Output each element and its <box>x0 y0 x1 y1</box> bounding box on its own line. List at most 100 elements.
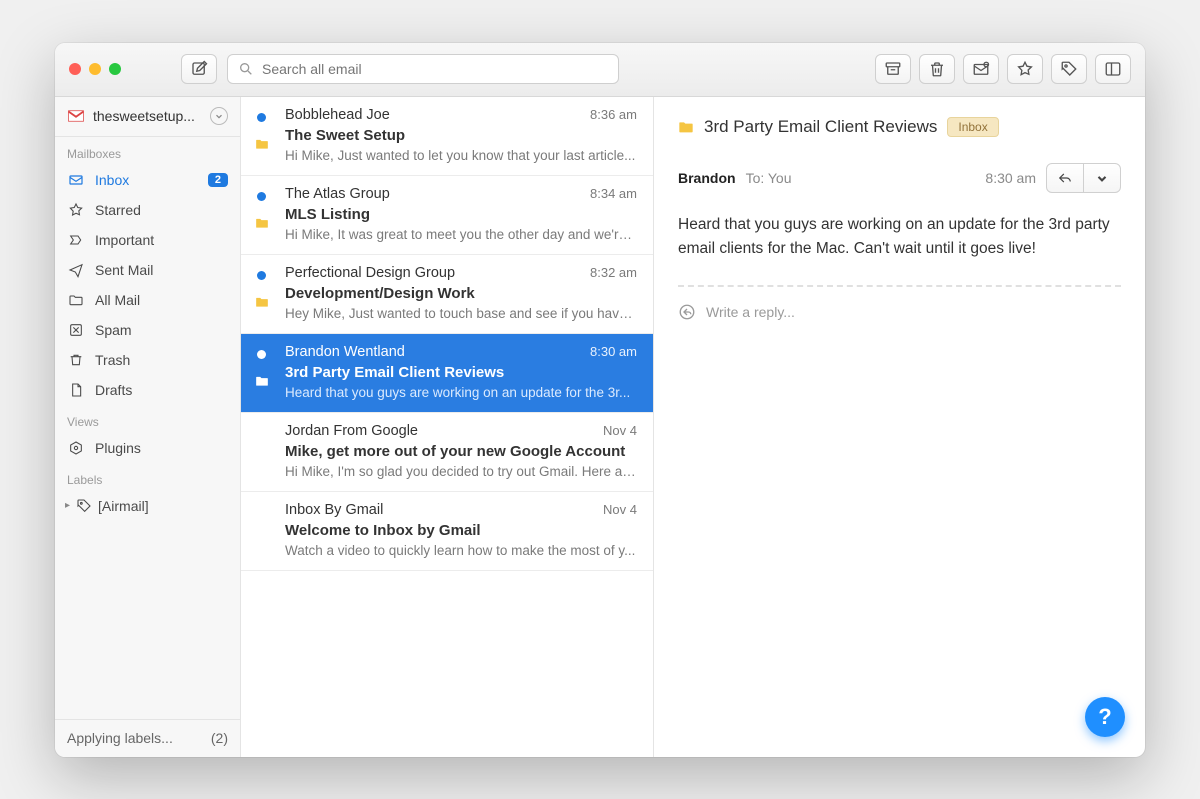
account-name: thesweetsetup... <box>93 108 202 124</box>
delete-button[interactable] <box>919 54 955 84</box>
draft-icon <box>67 382 85 398</box>
message-subject: Mike, get more out of your new Google Ac… <box>285 443 637 460</box>
message-sender: Bobblehead Joe <box>285 107 390 123</box>
message-snippet: Hi Mike, It was great to meet you the ot… <box>285 227 637 242</box>
inbox-badge: 2 <box>208 173 228 187</box>
message-row[interactable]: Bobblehead Joe8:36 amThe Sweet SetupHi M… <box>241 97 653 176</box>
compose-icon <box>190 60 208 78</box>
reply-icon <box>678 303 696 321</box>
sidebar-item-starred[interactable]: Starred <box>55 195 240 225</box>
sidebar-item-label: Starred <box>95 202 228 218</box>
to-label: To: You <box>746 170 792 186</box>
message-sender: Brandon Wentland <box>285 344 405 360</box>
toolbar <box>55 43 1145 97</box>
layout-toggle-button[interactable] <box>1095 54 1131 84</box>
message-time: Nov 4 <box>603 502 637 517</box>
status-count: (2) <box>211 730 228 746</box>
message-row[interactable]: Perfectional Design Group 8:32 am Developm… <box>241 255 653 334</box>
message-sender: Inbox By Gmail <box>285 502 383 518</box>
sidebar-item-label: All Mail <box>95 292 228 308</box>
message-row[interactable]: The Atlas Group8:34 amMLS ListingHi Mike… <box>241 176 653 255</box>
gmail-icon <box>67 109 85 123</box>
sidebar-item-label: Sent Mail <box>95 262 228 278</box>
compose-button[interactable] <box>181 54 217 84</box>
sidebar-footer: Applying labels... (2) <box>55 719 240 757</box>
label-name: [Airmail] <box>98 498 149 514</box>
reader-header: 3rd Party Email Client Reviews Inbox <box>678 117 1121 137</box>
help-button[interactable]: ? <box>1085 697 1125 737</box>
archive-button[interactable] <box>875 54 911 84</box>
maximize-window-button[interactable] <box>109 63 121 75</box>
window-controls <box>69 63 121 75</box>
unread-dot-icon <box>257 113 266 122</box>
message-snippet: Watch a video to quickly learn how to ma… <box>285 543 637 558</box>
tag-icon <box>1060 60 1078 78</box>
message-subject: Development/Design Work <box>285 285 637 302</box>
unread-dot-icon <box>257 350 266 359</box>
minimize-window-button[interactable] <box>89 63 101 75</box>
layout-icon <box>1104 60 1122 78</box>
search-icon <box>238 61 254 77</box>
reader-title: 3rd Party Email Client Reviews <box>704 117 937 137</box>
message-time: 8:30 am <box>590 344 637 359</box>
message-time: 8:30 am <box>985 170 1036 186</box>
unread-dot-icon <box>257 192 266 201</box>
sidebar-item-plugins[interactable]: Plugins <box>55 433 240 463</box>
section-labels: Labels <box>55 463 240 491</box>
sidebar-item-label: Drafts <box>95 382 228 398</box>
message-time: Nov 4 <box>603 423 637 438</box>
message-list[interactable]: Bobblehead Joe8:36 amThe Sweet SetupHi M… <box>241 97 654 757</box>
message-sender: Perfectional Design Group <box>285 265 455 281</box>
message-meta: Brandon To: You 8:30 am <box>678 163 1121 193</box>
account-selector[interactable]: thesweetsetup... <box>55 97 240 137</box>
mark-read-button[interactable] <box>963 54 999 84</box>
search-field[interactable] <box>227 54 619 84</box>
disclosure-icon: ▸ <box>65 500 70 511</box>
spam-icon <box>67 322 85 338</box>
chevron-down-icon <box>210 107 228 125</box>
message-time: 8:32 am <box>590 265 637 280</box>
folder-icon <box>255 374 269 390</box>
sidebar-item-inbox[interactable]: Inbox 2 <box>55 165 240 195</box>
sidebar-item-sent[interactable]: Sent Mail <box>55 255 240 285</box>
search-input[interactable] <box>262 61 608 77</box>
close-window-button[interactable] <box>69 63 81 75</box>
message-sender: Jordan From Google <box>285 423 418 439</box>
important-icon <box>67 232 85 248</box>
from-name: Brandon <box>678 170 736 186</box>
sidebar-item-label: Trash <box>95 352 228 368</box>
message-snippet: Hi Mike, Just wanted to let you know tha… <box>285 148 637 163</box>
mail-check-icon <box>972 60 990 78</box>
trash-icon <box>928 60 946 78</box>
sidebar-item-spam[interactable]: Spam <box>55 315 240 345</box>
sidebar-item-label: Plugins <box>95 440 228 456</box>
reply-menu-button[interactable] <box>1084 164 1120 192</box>
sidebar-label-airmail[interactable]: ▸ [Airmail] <box>55 491 240 521</box>
message-row[interactable]: Brandon Wentland8:30 am3rd Party Email C… <box>241 334 653 413</box>
sidebar: thesweetsetup... Mailboxes Inbox 2 Starr… <box>55 97 241 757</box>
message-row[interactable]: Inbox By Gmail Nov 4 Welcome to Inbox by G… <box>241 492 653 571</box>
sidebar-item-important[interactable]: Important <box>55 225 240 255</box>
message-subject: Welcome to Inbox by Gmail <box>285 522 637 539</box>
folder-icon <box>255 137 269 153</box>
sidebar-item-trash[interactable]: Trash <box>55 345 240 375</box>
sidebar-item-label: Inbox <box>95 172 198 188</box>
sidebar-item-allmail[interactable]: All Mail <box>55 285 240 315</box>
folder-icon <box>255 216 269 232</box>
reply-area[interactable]: Write a reply... <box>678 285 1121 321</box>
tag-icon <box>76 498 92 514</box>
reply-icon <box>1057 171 1073 185</box>
tag-button[interactable] <box>1051 54 1087 84</box>
message-snippet: Hi Mike, I'm so glad you decided to try … <box>285 464 637 479</box>
section-views: Views <box>55 405 240 433</box>
message-row[interactable]: Jordan From Google Nov 4 Mike, get more ou… <box>241 413 653 492</box>
send-icon <box>67 262 85 278</box>
reply-button[interactable] <box>1047 164 1084 192</box>
sidebar-item-drafts[interactable]: Drafts <box>55 375 240 405</box>
star-button[interactable] <box>1007 54 1043 84</box>
message-sender: The Atlas Group <box>285 186 390 202</box>
section-mailboxes: Mailboxes <box>55 137 240 165</box>
app-window: thesweetsetup... Mailboxes Inbox 2 Starr… <box>55 43 1145 757</box>
message-time: 8:34 am <box>590 186 637 201</box>
folder-chip[interactable]: Inbox <box>947 117 998 137</box>
